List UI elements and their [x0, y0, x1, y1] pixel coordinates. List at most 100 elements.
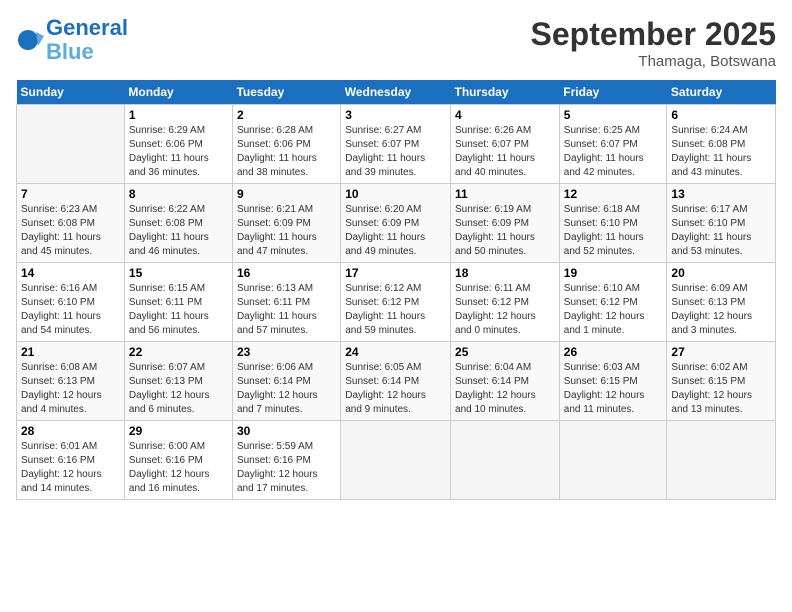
day-info: Sunrise: 6:08 AM Sunset: 6:13 PM Dayligh…: [21, 361, 120, 417]
day-info: Sunrise: 6:11 AM Sunset: 6:12 PM Dayligh…: [455, 282, 555, 338]
day-info: Sunrise: 6:00 AM Sunset: 6:16 PM Dayligh…: [129, 440, 228, 496]
calendar-cell: [559, 421, 667, 500]
day-info: Sunrise: 6:13 AM Sunset: 6:11 PM Dayligh…: [237, 282, 336, 338]
day-number: 14: [21, 266, 120, 280]
day-info: Sunrise: 6:27 AM Sunset: 6:07 PM Dayligh…: [345, 124, 446, 180]
day-number: 29: [129, 424, 228, 438]
week-row-3: 14 Sunrise: 6:16 AM Sunset: 6:10 PM Dayli…: [17, 263, 776, 342]
calendar-cell: 3 Sunrise: 6:27 AM Sunset: 6:07 PM Daylig…: [341, 105, 451, 184]
day-header-saturday: Saturday: [667, 80, 776, 105]
logo: General Blue: [16, 16, 128, 64]
calendar-cell: 17 Sunrise: 6:12 AM Sunset: 6:12 PM Dayli…: [341, 263, 451, 342]
calendar-cell: 11 Sunrise: 6:19 AM Sunset: 6:09 PM Dayli…: [451, 184, 560, 263]
calendar-cell: 19Sunrise: 6:10 AM Sunset: 6:12 PM Dayli…: [559, 263, 667, 342]
calendar-cell: 26 Sunrise: 6:03 AM Sunset: 6:15 PM Dayli…: [559, 342, 667, 421]
day-info: Sunrise: 6:07 AM Sunset: 6:13 PM Dayligh…: [129, 361, 228, 417]
day-info: Sunrise: 6:12 AM Sunset: 6:12 PM Dayligh…: [345, 282, 446, 338]
calendar-cell: [17, 105, 125, 184]
day-info: Sunrise: 6:19 AM Sunset: 6:09 PM Dayligh…: [455, 203, 555, 259]
day-info: Sunrise: 6:03 AM Sunset: 6:15 PM Dayligh…: [564, 361, 663, 417]
calendar-cell: 22 Sunrise: 6:07 AM Sunset: 6:13 PM Dayli…: [124, 342, 232, 421]
day-number: 8: [129, 187, 228, 201]
day-info: Sunrise: 6:17 AM Sunset: 6:10 PM Dayligh…: [671, 203, 771, 259]
calendar-cell: 16 Sunrise: 6:13 AM Sunset: 6:11 PM Dayli…: [232, 263, 340, 342]
page-header: General Blue September 2025 Thamaga, Bot…: [16, 16, 776, 70]
day-number: 2: [237, 108, 336, 122]
day-number: 11: [455, 187, 555, 201]
calendar-cell: [341, 421, 451, 500]
day-header-tuesday: Tuesday: [232, 80, 340, 105]
day-number: 20: [671, 266, 771, 280]
day-info: Sunrise: 6:02 AM Sunset: 6:15 PM Dayligh…: [671, 361, 771, 417]
day-number: 18: [455, 266, 555, 280]
month-title: September 2025: [531, 16, 776, 53]
day-number: 22: [129, 345, 228, 359]
day-header-monday: Monday: [124, 80, 232, 105]
calendar-cell: [451, 421, 560, 500]
day-info: Sunrise: 6:16 AM Sunset: 6:10 PM Dayligh…: [21, 282, 120, 338]
day-number: 16: [237, 266, 336, 280]
calendar-cell: 30 Sunrise: 5:59 AM Sunset: 6:16 PM Dayli…: [232, 421, 340, 500]
day-info: Sunrise: 6:28 AM Sunset: 6:06 PM Dayligh…: [237, 124, 336, 180]
calendar-cell: 25 Sunrise: 6:04 AM Sunset: 6:14 PM Dayli…: [451, 342, 560, 421]
calendar-cell: 7 Sunrise: 6:23 AM Sunset: 6:08 PM Daylig…: [17, 184, 125, 263]
day-info: Sunrise: 6:29 AM Sunset: 6:06 PM Dayligh…: [129, 124, 228, 180]
calendar-cell: 23 Sunrise: 6:06 AM Sunset: 6:14 PM Dayli…: [232, 342, 340, 421]
calendar-cell: 12Sunrise: 6:18 AM Sunset: 6:10 PM Dayli…: [559, 184, 667, 263]
week-row-1: 1 Sunrise: 6:29 AM Sunset: 6:06 PM Daylig…: [17, 105, 776, 184]
calendar-cell: 13 Sunrise: 6:17 AM Sunset: 6:10 PM Dayli…: [667, 184, 776, 263]
week-row-4: 21 Sunrise: 6:08 AM Sunset: 6:13 PM Dayli…: [17, 342, 776, 421]
calendar-cell: 10 Sunrise: 6:20 AM Sunset: 6:09 PM Dayli…: [341, 184, 451, 263]
calendar-cell: 15Sunrise: 6:15 AM Sunset: 6:11 PM Dayli…: [124, 263, 232, 342]
day-number: 17: [345, 266, 446, 280]
day-info: Sunrise: 6:05 AM Sunset: 6:14 PM Dayligh…: [345, 361, 446, 417]
day-info: Sunrise: 6:20 AM Sunset: 6:09 PM Dayligh…: [345, 203, 446, 259]
logo-text: General Blue: [46, 16, 128, 64]
day-info: Sunrise: 5:59 AM Sunset: 6:16 PM Dayligh…: [237, 440, 336, 496]
day-info: Sunrise: 6:09 AM Sunset: 6:13 PM Dayligh…: [671, 282, 771, 338]
day-info: Sunrise: 6:24 AM Sunset: 6:08 PM Dayligh…: [671, 124, 771, 180]
day-number: 27: [671, 345, 771, 359]
day-number: 28: [21, 424, 120, 438]
day-number: 13: [671, 187, 771, 201]
calendar-cell: 9Sunrise: 6:21 AM Sunset: 6:09 PM Daylig…: [232, 184, 340, 263]
day-number: 26: [564, 345, 663, 359]
day-number: 30: [237, 424, 336, 438]
day-header-friday: Friday: [559, 80, 667, 105]
day-number: 10: [345, 187, 446, 201]
week-row-2: 7 Sunrise: 6:23 AM Sunset: 6:08 PM Daylig…: [17, 184, 776, 263]
calendar-header-row: SundayMondayTuesdayWednesdayThursdayFrid…: [17, 80, 776, 105]
day-number: 23: [237, 345, 336, 359]
day-info: Sunrise: 6:01 AM Sunset: 6:16 PM Dayligh…: [21, 440, 120, 496]
week-row-5: 28 Sunrise: 6:01 AM Sunset: 6:16 PM Dayli…: [17, 421, 776, 500]
calendar-cell: 8Sunrise: 6:22 AM Sunset: 6:08 PM Daylig…: [124, 184, 232, 263]
day-number: 21: [21, 345, 120, 359]
calendar-cell: 24 Sunrise: 6:05 AM Sunset: 6:14 PM Dayli…: [341, 342, 451, 421]
day-info: Sunrise: 6:06 AM Sunset: 6:14 PM Dayligh…: [237, 361, 336, 417]
calendar-cell: 28 Sunrise: 6:01 AM Sunset: 6:16 PM Dayli…: [17, 421, 125, 500]
calendar-cell: 21 Sunrise: 6:08 AM Sunset: 6:13 PM Dayli…: [17, 342, 125, 421]
day-header-sunday: Sunday: [17, 80, 125, 105]
day-info: Sunrise: 6:25 AM Sunset: 6:07 PM Dayligh…: [564, 124, 663, 180]
day-info: Sunrise: 6:23 AM Sunset: 6:08 PM Dayligh…: [21, 203, 120, 259]
title-block: September 2025 Thamaga, Botswana: [531, 16, 776, 70]
day-info: Sunrise: 6:04 AM Sunset: 6:14 PM Dayligh…: [455, 361, 555, 417]
day-number: 7: [21, 187, 120, 201]
day-number: 3: [345, 108, 446, 122]
day-info: Sunrise: 6:26 AM Sunset: 6:07 PM Dayligh…: [455, 124, 555, 180]
day-number: 15: [129, 266, 228, 280]
calendar-cell: 5 Sunrise: 6:25 AM Sunset: 6:07 PM Daylig…: [559, 105, 667, 184]
calendar-cell: 6 Sunrise: 6:24 AM Sunset: 6:08 PM Daylig…: [667, 105, 776, 184]
day-number: 24: [345, 345, 446, 359]
day-info: Sunrise: 6:10 AM Sunset: 6:12 PM Dayligh…: [564, 282, 663, 338]
calendar-table: SundayMondayTuesdayWednesdayThursdayFrid…: [16, 80, 776, 500]
calendar-cell: 2 Sunrise: 6:28 AM Sunset: 6:06 PM Daylig…: [232, 105, 340, 184]
day-number: 25: [455, 345, 555, 359]
day-number: 5: [564, 108, 663, 122]
calendar-cell: 14 Sunrise: 6:16 AM Sunset: 6:10 PM Dayli…: [17, 263, 125, 342]
day-number: 1: [129, 108, 228, 122]
calendar-cell: 4 Sunrise: 6:26 AM Sunset: 6:07 PM Daylig…: [451, 105, 560, 184]
day-number: 4: [455, 108, 555, 122]
day-number: 6: [671, 108, 771, 122]
calendar-cell: 18 Sunrise: 6:11 AM Sunset: 6:12 PM Dayli…: [451, 263, 560, 342]
